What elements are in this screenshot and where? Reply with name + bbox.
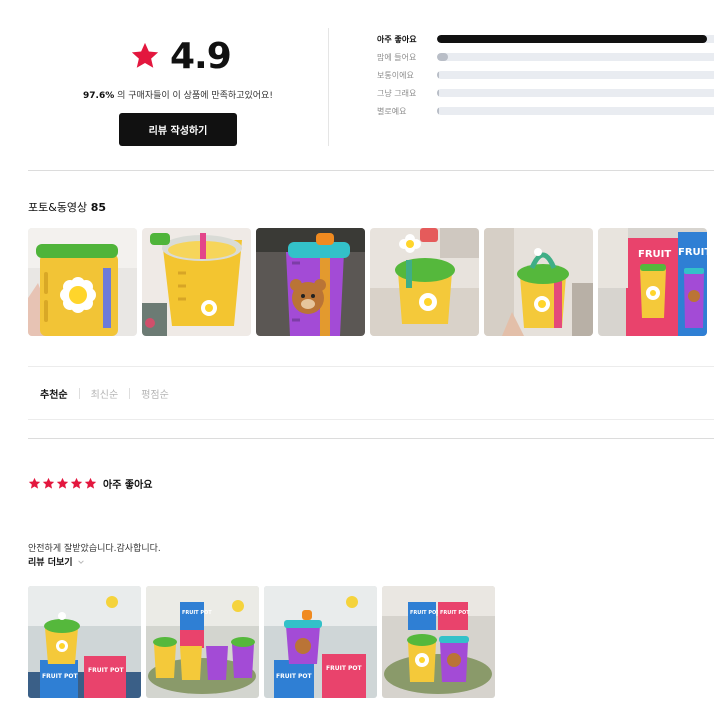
distribution-row: 아주 좋아요 [377,30,714,48]
review-more-link[interactable]: 리뷰 더보기 [28,555,85,568]
sort-options: 추천순 최신순 평점순 [40,386,169,401]
photo-count: 85 [90,201,106,214]
photo-thumbnail[interactable] [256,228,365,336]
distribution-label: 별로예요 [377,106,407,116]
photo-thumbnail[interactable]: FRUIT FRUIT [598,228,707,336]
distribution-bar [437,71,714,79]
photo-thumbnail[interactable] [484,228,593,336]
distribution-bar-fill [437,107,440,115]
average-score: 4.9 [170,35,232,77]
distribution-label: 아주 좋아요 [377,34,417,44]
distribution-bar [437,89,714,97]
photo-section-title: 포토&동영상 85 [28,199,106,215]
distribution-label: 맘에 들어요 [377,52,417,62]
svg-text:FRUIT POT: FRUIT POT [326,665,363,672]
chevron-down-icon [77,559,84,564]
distribution-bar-fill [437,89,440,97]
star-icon [56,477,69,489]
review-photo[interactable]: FRUIT POT FRUIT POT [264,586,377,698]
distribution-row: 보통이에요 [377,66,714,84]
sort-separator [129,388,131,399]
star-icon [28,477,41,489]
photo-thumbnail[interactable] [142,228,251,336]
review-photos: FRUIT POT FRUIT POT FRUIT POT FRUIT POT … [28,586,495,698]
star-icon [131,42,159,68]
review-photo[interactable]: FRUIT POT [146,586,259,698]
distribution-label: 그냥 그래요 [377,88,417,98]
svg-text:FRUIT POT: FRUIT POT [88,667,125,674]
write-review-button[interactable]: 리뷰 작성하기 [119,113,237,146]
summary-divider [328,28,329,146]
distribution-bar-fill [437,35,708,43]
satisfaction-text: 97.6% 의 구매자들이 이 상품에 만족하고있어요! [28,88,328,101]
svg-text:FRUIT POT: FRUIT POT [410,610,440,616]
review-more-label: 리뷰 더보기 [28,558,73,568]
star-icon [70,477,83,489]
svg-text:FRUIT POT: FRUIT POT [440,610,470,616]
distribution-bar [437,35,714,43]
rating-score: 4.9 [130,35,232,77]
section-divider [28,419,714,420]
review-text: 안전하게 잘받았습니다.감사합니다. [28,544,161,554]
review-stars: 아주 좋아요 [28,476,152,491]
svg-text:FRUIT: FRUIT [638,249,671,260]
section-divider [28,170,714,171]
satisfaction-message: 의 구매자들이 이 상품에 만족하고있어요! [114,91,273,101]
distribution-bar [437,107,714,115]
svg-text:FRUIT POT: FRUIT POT [182,610,212,616]
rating-distribution: 아주 좋아요 맘에 들어요 보통이에요 그냥 그래요 별로예요 [377,30,714,120]
photo-section-label: 포토&동영상 [28,201,91,214]
svg-text:FRUIT POT: FRUIT POT [276,673,313,680]
photo-thumbnail[interactable] [370,228,479,336]
distribution-label: 보통이에요 [377,70,414,80]
sort-separator [78,388,80,399]
svg-text:FRUIT: FRUIT [678,247,707,258]
sort-latest[interactable]: 최신순 [91,386,119,401]
photo-thumbnails: FRUIT FRUIT [28,228,707,336]
distribution-bar-fill [437,71,440,79]
satisfaction-percent: 97.6% [83,91,115,101]
review-rating-label: 아주 좋아요 [103,480,153,491]
distribution-row: 맘에 들어요 [377,48,714,66]
svg-text:FRUIT POT: FRUIT POT [42,673,79,680]
distribution-bar-fill [437,53,449,61]
photo-thumbnail[interactable] [28,228,137,336]
distribution-row: 그냥 그래요 [377,84,714,102]
sort-recommended[interactable]: 추천순 [40,386,68,401]
distribution-bar [437,53,714,61]
section-divider [28,438,714,439]
distribution-row: 별로예요 [377,102,714,120]
review-photo[interactable]: FRUIT POT FRUIT POT [382,586,495,698]
section-divider [28,366,714,367]
review-photo[interactable]: FRUIT POT FRUIT POT [28,586,141,698]
sort-rating[interactable]: 평점순 [141,386,169,401]
star-icon [84,477,97,489]
star-icon [42,477,55,489]
